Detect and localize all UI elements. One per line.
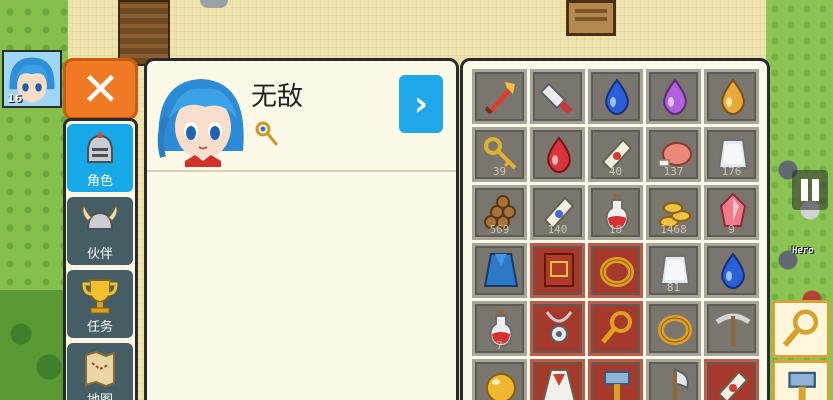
trophy-icon <box>82 279 118 314</box>
inventory-slot[interactable]: 176 <box>704 127 759 182</box>
blue-gem-icon <box>605 78 629 116</box>
inventory-slot[interactable] <box>472 359 527 400</box>
signpost <box>566 0 616 36</box>
yellow-gem-icon <box>721 78 745 116</box>
item-quantity: 39 <box>492 165 507 178</box>
magnifier-staff-icon <box>601 311 632 344</box>
item-quantity: 7 <box>496 339 503 352</box>
inventory-slot[interactable] <box>704 301 759 356</box>
inventory-slot[interactable]: 569 <box>472 185 527 240</box>
horned-helmet-icon <box>81 203 119 230</box>
hero-level: 16 <box>7 92 23 105</box>
inventory-slot[interactable]: 9 <box>704 185 759 240</box>
inventory-panel: 39 40 137 176 569 140 18 1468 9 81 7 <box>460 58 770 400</box>
tree-cluster <box>0 290 70 400</box>
inventory-slot[interactable]: 140 <box>530 185 585 240</box>
item-quantity: 569 <box>489 223 510 236</box>
inventory-slot[interactable]: 40 <box>588 127 643 182</box>
axe-icon <box>673 368 689 400</box>
hammer-icon <box>788 371 816 400</box>
character-name: 无敌 <box>251 82 304 112</box>
inventory-slot[interactable] <box>588 243 643 298</box>
item-quantity: 40 <box>608 165 623 178</box>
menu-tab-character[interactable]: 角色 <box>67 124 133 192</box>
inventory-slot[interactable]: 137 <box>646 127 701 182</box>
menu-tab-quest[interactable]: 任务 <box>67 270 133 338</box>
wooden-hut <box>118 0 170 66</box>
next-character-button[interactable]: › <box>399 75 443 133</box>
item-quantity: 137 <box>663 165 684 178</box>
menu-tab-label: 地图 <box>87 393 113 400</box>
knight-helmet-icon <box>87 132 113 163</box>
inventory-slot[interactable] <box>530 243 585 298</box>
hero-tag: Hero <box>792 246 814 256</box>
inventory-slot[interactable] <box>704 69 759 124</box>
inventory-slot[interactable] <box>588 69 643 124</box>
pause-button[interactable] <box>792 170 828 210</box>
golden-staff-icon <box>255 121 279 146</box>
blue-cape-icon <box>483 253 519 287</box>
inventory-slot[interactable] <box>588 359 643 400</box>
drill-icon <box>539 82 573 114</box>
menu-tab-map[interactable]: 地图 <box>67 343 133 400</box>
hero-avatar[interactable]: 16 <box>2 50 62 108</box>
item-quantity: 81 <box>666 281 681 294</box>
fire-sword-icon <box>485 82 515 114</box>
item-quantity: 1468 <box>660 223 687 236</box>
item-quantity: 9 <box>728 223 735 236</box>
silver-amulet-icon <box>545 311 573 343</box>
gold-ring-icon <box>658 315 692 345</box>
character-portrait-icon <box>153 71 249 167</box>
purple-gem-icon <box>663 78 687 116</box>
quick-slot-hammer[interactable] <box>772 360 830 400</box>
inventory-slot[interactable]: 81 <box>646 243 701 298</box>
divider <box>147 170 456 172</box>
map-scroll-icon <box>85 350 115 388</box>
character-portrait <box>153 71 249 167</box>
inventory-slot[interactable] <box>646 301 701 356</box>
menu-tab-label: 角色 <box>86 174 113 189</box>
inventory-slot[interactable] <box>472 243 527 298</box>
blue-gem-icon <box>721 252 745 290</box>
close-button[interactable]: ✕ <box>63 58 138 120</box>
inventory-slot[interactable] <box>646 359 701 400</box>
item-quantity: 18 <box>608 223 623 236</box>
hammer-icon <box>604 371 630 400</box>
inventory-slot[interactable] <box>646 69 701 124</box>
inventory-slot[interactable]: 18 <box>588 185 643 240</box>
inventory-slot[interactable] <box>530 69 585 124</box>
gold-ring-icon <box>600 257 634 287</box>
menu-tab-label: 伙伴 <box>86 247 113 262</box>
menu-tab-label: 任务 <box>86 320 113 335</box>
item-quantity: 176 <box>721 165 742 178</box>
red-gem-icon <box>547 136 571 174</box>
inventory-slot[interactable] <box>530 359 585 400</box>
item-quantity: 140 <box>547 223 568 236</box>
close-icon: ✕ <box>81 62 120 116</box>
quick-slot-magnifier[interactable] <box>772 300 830 358</box>
gold-orb-icon <box>486 373 516 400</box>
magnifier-staff-icon <box>782 309 819 347</box>
rock <box>200 0 228 8</box>
inventory-slot[interactable] <box>472 69 527 124</box>
chevron-right-icon: › <box>413 84 428 124</box>
inventory-slot[interactable]: 7 <box>472 301 527 356</box>
inventory-slot[interactable] <box>530 301 585 356</box>
inventory-slot[interactable] <box>588 301 643 356</box>
character-panel: 无敌 › <box>144 58 459 400</box>
inventory-slot[interactable] <box>704 243 759 298</box>
inventory-slot[interactable] <box>530 127 585 182</box>
red-scroll-icon <box>717 370 749 400</box>
inventory-slot[interactable]: 1468 <box>646 185 701 240</box>
inventory-slot[interactable]: 39 <box>472 127 527 182</box>
inventory-slot[interactable] <box>704 359 759 400</box>
spellbook-icon <box>544 253 574 287</box>
red-robe-icon <box>542 369 576 400</box>
menu-tab-partner[interactable]: 伙伴 <box>67 197 133 265</box>
pickaxe-icon <box>715 313 751 346</box>
